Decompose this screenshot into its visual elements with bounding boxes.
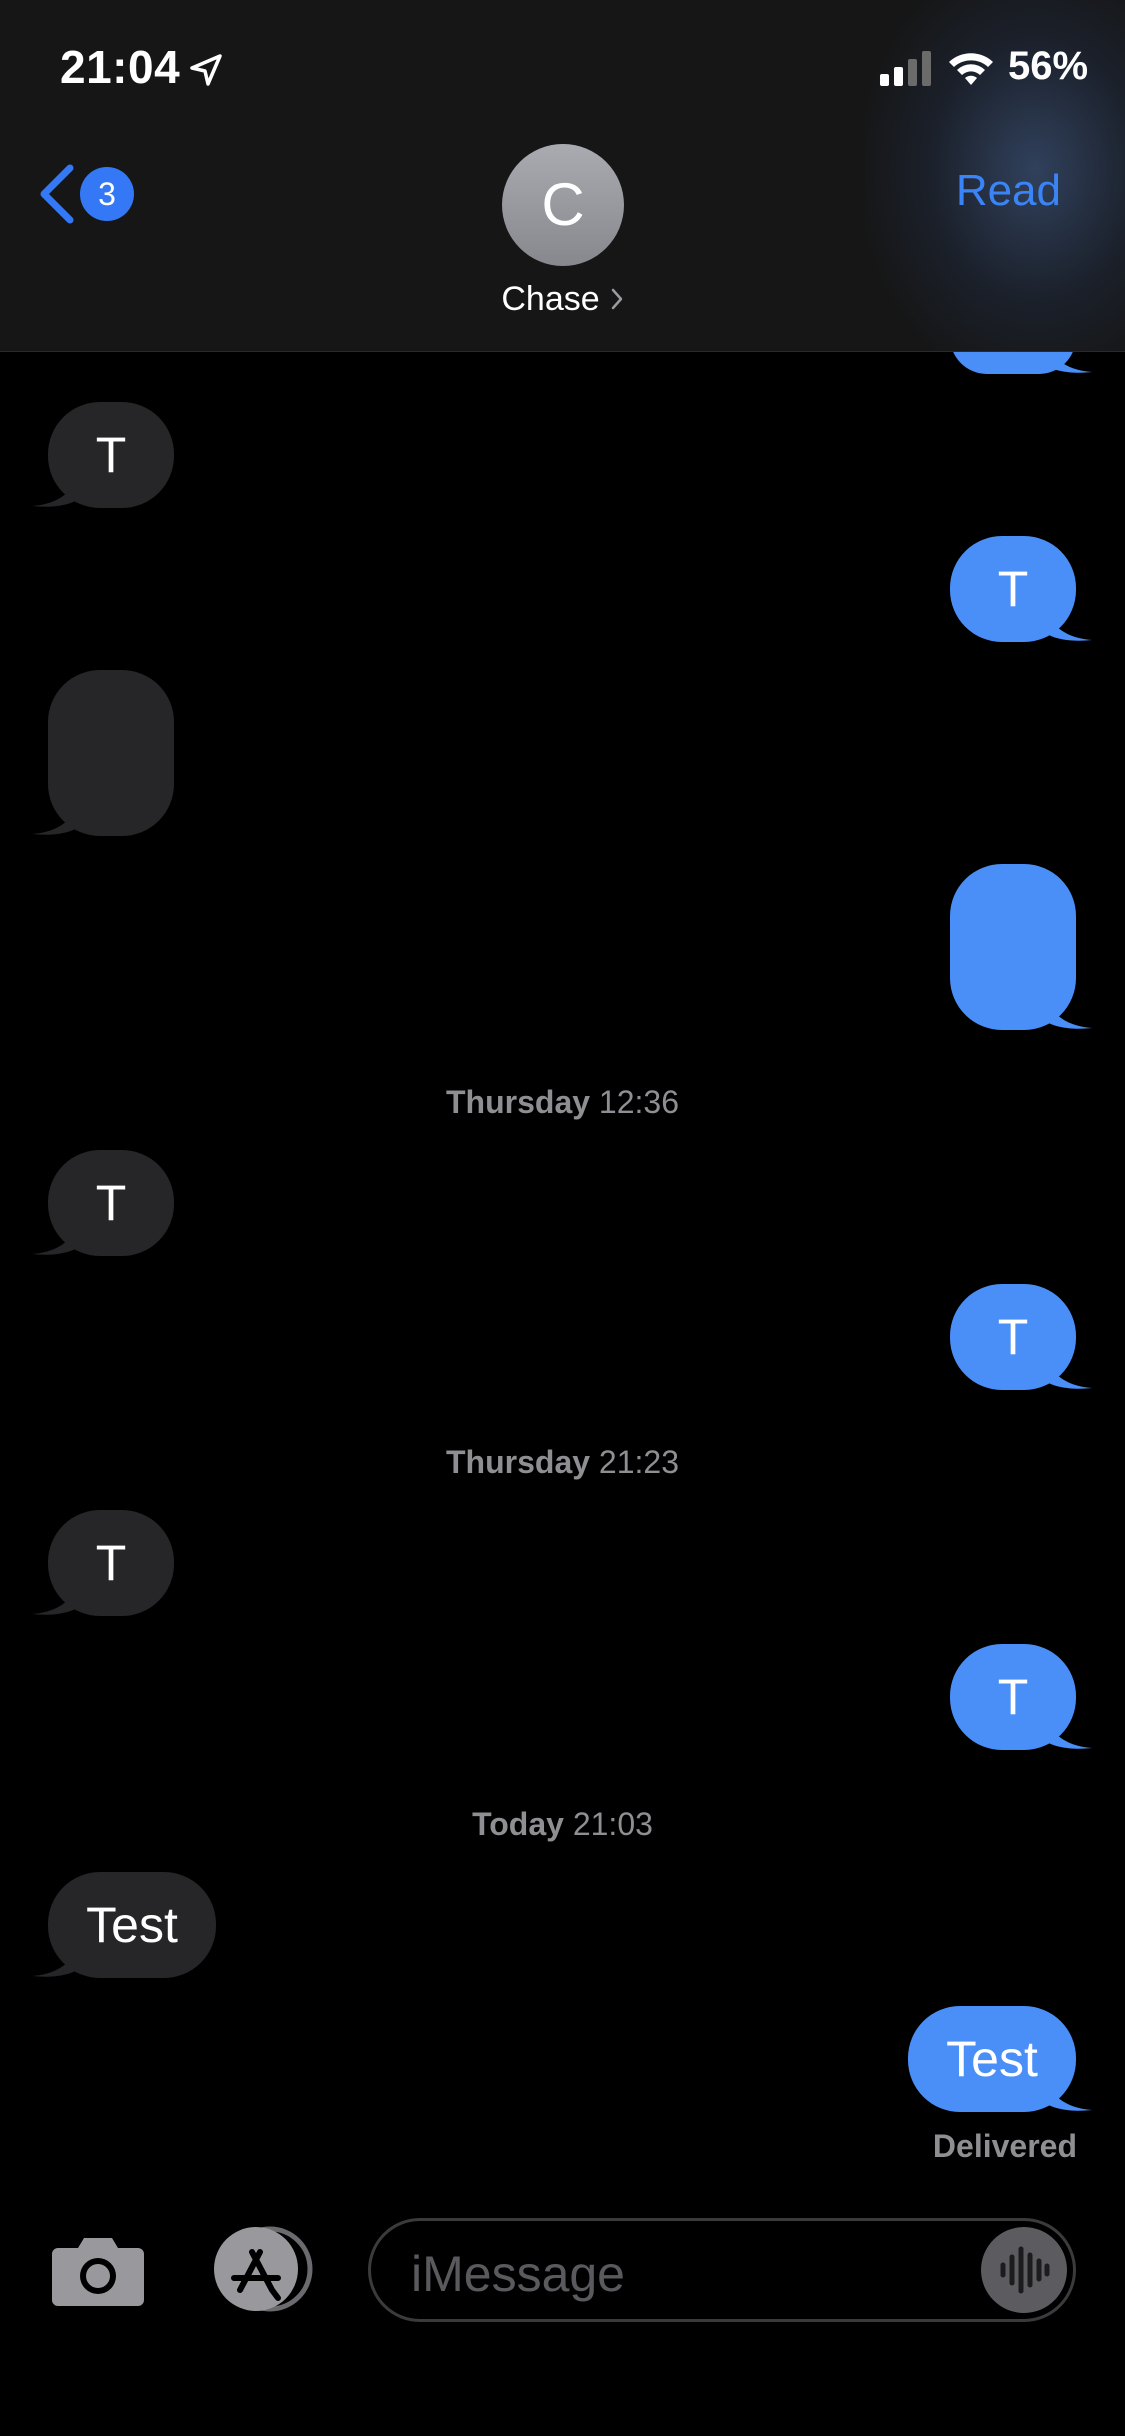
message-placeholder: iMessage bbox=[411, 2246, 625, 2302]
timestamp-day: Today bbox=[472, 1806, 564, 1842]
unread-badge: 3 bbox=[80, 167, 134, 221]
message-bubble-outgoing[interactable]: T bbox=[950, 536, 1092, 642]
bubble-tail-icon bbox=[32, 1216, 80, 1255]
bubble-tail-icon bbox=[1044, 1710, 1092, 1749]
message-bubble-incoming[interactable]: T bbox=[32, 1150, 174, 1256]
battery-percent: 56% bbox=[1008, 44, 1089, 88]
location-arrow-icon bbox=[190, 54, 222, 86]
audio-message-button[interactable] bbox=[981, 2227, 1067, 2313]
message-text: T bbox=[997, 1669, 1029, 1725]
app-store-button[interactable] bbox=[208, 2226, 318, 2312]
timestamp: Today 21:03 bbox=[0, 1806, 1125, 1843]
message-input[interactable]: iMessage bbox=[368, 2218, 1076, 2322]
bubble-tail-icon bbox=[32, 1576, 80, 1615]
message-bubble-incoming[interactable]: Test bbox=[32, 1872, 216, 1978]
bubble-tail-icon bbox=[1044, 990, 1092, 1029]
message-bubble-incoming[interactable]: T bbox=[32, 1510, 174, 1616]
message-text: Test bbox=[946, 2031, 1038, 2087]
chevron-right-icon bbox=[611, 288, 622, 310]
message-text: T bbox=[95, 1535, 127, 1591]
status-time: 21:04 bbox=[60, 41, 181, 93]
bubble-tail-icon bbox=[32, 1938, 80, 1977]
message-text: Test bbox=[86, 1897, 178, 1953]
timestamp-day: Thursday bbox=[446, 1084, 591, 1120]
timestamp: Thursday 12:36 bbox=[0, 1084, 1125, 1121]
chevron-left-icon bbox=[40, 164, 74, 224]
delivery-status: Delivered bbox=[932, 2128, 1077, 2164]
back-button[interactable]: 3 bbox=[36, 160, 146, 226]
message-bubble-incoming[interactable]: T bbox=[32, 402, 174, 508]
contact-name-row[interactable]: Chase bbox=[0, 280, 1125, 319]
message-text: T bbox=[997, 1309, 1029, 1365]
message-text: T bbox=[95, 427, 127, 483]
timestamp: Thursday 21:23 bbox=[0, 1444, 1125, 1481]
conversation-header: 21:04 56% 3 C Chase Read bbox=[0, 0, 1125, 352]
message-bubble-incoming[interactable] bbox=[32, 670, 174, 836]
signal-icon bbox=[880, 51, 931, 86]
message-bubble-outgoing[interactable]: T bbox=[950, 1284, 1092, 1390]
camera-button[interactable] bbox=[50, 2232, 146, 2308]
bubble-tail-icon bbox=[1044, 1350, 1092, 1389]
read-button[interactable]: Read bbox=[956, 166, 1061, 216]
message-text: T bbox=[997, 561, 1029, 617]
timestamp-time: 21:03 bbox=[572, 1806, 653, 1842]
bubble-tail-icon bbox=[32, 796, 80, 835]
message-bubble-outgoing[interactable]: Test bbox=[908, 2006, 1092, 2112]
avatar[interactable]: C bbox=[502, 144, 624, 266]
app-store-icon bbox=[214, 2226, 313, 2312]
contact-name: Chase bbox=[501, 280, 600, 318]
message-bubble-outgoing[interactable] bbox=[950, 864, 1092, 1030]
bubble-tail-icon bbox=[1044, 2072, 1092, 2111]
wifi-icon bbox=[949, 53, 993, 85]
message-bubble-outgoing[interactable]: T bbox=[950, 1644, 1092, 1750]
audio-waveform-icon bbox=[1000, 2246, 1050, 2294]
camera-icon bbox=[52, 2238, 144, 2306]
timestamp-time: 21:23 bbox=[598, 1444, 679, 1480]
bubble-tail-icon bbox=[32, 468, 80, 507]
timestamp-day: Thursday bbox=[446, 1444, 591, 1480]
timestamp-time: 12:36 bbox=[598, 1084, 679, 1120]
bubble-tail-icon bbox=[1044, 602, 1092, 641]
message-text: T bbox=[95, 1175, 127, 1231]
